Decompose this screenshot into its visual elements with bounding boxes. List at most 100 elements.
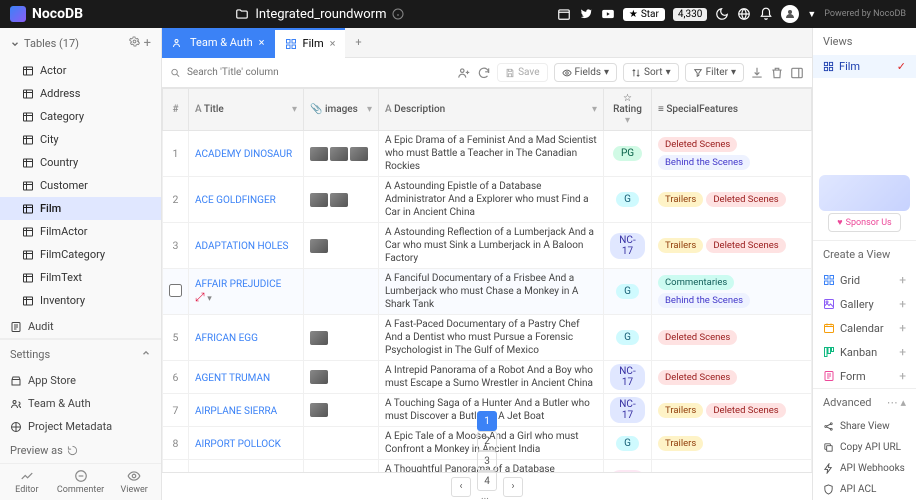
preview-as-label: Preview as — [10, 444, 63, 457]
col-images[interactable]: 📎 images ▾ — [304, 89, 379, 131]
image-thumbs[interactable] — [310, 370, 372, 384]
table-filmtext[interactable]: FilmText — [0, 266, 161, 289]
col-description[interactable]: A Description ▾ — [379, 89, 604, 131]
title-link[interactable]: AIRPLANE SIERRA — [195, 406, 277, 417]
title-link[interactable]: AGENT TRUMAN — [195, 373, 270, 384]
info-icon[interactable] — [392, 8, 404, 20]
page-prev[interactable]: ‹ — [451, 477, 471, 497]
sponsor-button[interactable]: ♥ Sponsor Us — [828, 213, 900, 232]
close-icon[interactable]: × — [330, 37, 336, 50]
role-commenter[interactable]: Commenter — [54, 464, 108, 500]
title-link[interactable]: ADAPTATION HOLES — [195, 241, 289, 252]
table-filmactor[interactable]: FilmActor — [0, 220, 161, 243]
page-3[interactable]: 3 — [477, 451, 497, 471]
tables-header[interactable]: Tables (17) — [24, 37, 79, 50]
github-star-button[interactable]: ★ Star — [623, 8, 665, 21]
table-filmcategory[interactable]: FilmCategory — [0, 243, 161, 266]
role-editor[interactable]: Editor — [0, 464, 54, 500]
advanced-header[interactable]: Advanced — [823, 396, 871, 409]
sort-button[interactable]: Sort ▾ — [623, 63, 679, 82]
table-row[interactable]: 2ACE GOLDFINGERA Astounding Epistle of a… — [163, 177, 812, 223]
page-1[interactable]: 1 — [477, 411, 497, 431]
table-customer[interactable]: Customer — [0, 174, 161, 197]
calendar-icon[interactable] — [557, 7, 571, 21]
api-webhooks-link[interactable]: API Webhooks — [813, 458, 916, 479]
tab-film[interactable]: Film× — [275, 28, 346, 58]
close-icon[interactable]: × — [259, 36, 265, 49]
title-link[interactable]: AIRPORT POLLOCK — [195, 439, 281, 450]
table-row[interactable]: 1ACADEMY DINOSAURA Epic Drama of a Femin… — [163, 131, 812, 177]
create-view-gallery[interactable]: Gallery+ — [813, 292, 916, 316]
image-thumbs[interactable] — [310, 193, 372, 207]
table-row[interactable]: AFFAIR PREJUDICE⤢ ▾A Fanciful Documentar… — [163, 269, 812, 315]
audit-item[interactable]: Audit — [0, 315, 161, 338]
app-store-item[interactable]: App Store — [0, 369, 161, 392]
youtube-icon[interactable] — [601, 7, 615, 21]
fields-button[interactable]: Fields ▾ — [554, 63, 618, 82]
image-thumbs[interactable] — [310, 147, 372, 161]
title-link[interactable]: ACADEMY DINOSAUR — [195, 149, 292, 160]
globe-icon[interactable] — [737, 7, 751, 21]
image-thumbs[interactable] — [310, 403, 372, 417]
table-film[interactable]: Film — [0, 197, 161, 220]
team-auth-item[interactable]: Team & Auth — [0, 392, 161, 415]
share-view-link[interactable]: Share View — [813, 416, 916, 437]
row-checkbox[interactable] — [169, 284, 182, 297]
table-city[interactable]: City — [0, 128, 161, 151]
image-thumbs[interactable] — [310, 239, 372, 253]
create-view-form[interactable]: Form+ — [813, 364, 916, 388]
commenter-icon — [74, 469, 88, 483]
search-icon[interactable] — [170, 67, 181, 79]
role-viewer[interactable]: Viewer — [107, 464, 161, 500]
table-inventory[interactable]: Inventory — [0, 289, 161, 312]
reset-icon[interactable] — [67, 445, 78, 456]
add-user-icon[interactable] — [457, 66, 471, 80]
create-view-kanban[interactable]: Kanban+ — [813, 340, 916, 364]
viewer-icon — [127, 469, 141, 483]
filter-button[interactable]: Filter ▾ — [685, 63, 744, 82]
title-link[interactable]: AFRICAN EGG — [195, 333, 258, 344]
col-number[interactable]: # — [163, 89, 189, 131]
moon-icon[interactable] — [715, 7, 729, 21]
twitter-icon[interactable] — [579, 7, 593, 21]
delete-icon[interactable] — [770, 66, 784, 80]
page-next[interactable]: › — [503, 477, 523, 497]
project-metadata-item[interactable]: Project Metadata — [0, 415, 161, 438]
table-row[interactable]: 6AGENT TRUMANA Intrepid Panorama of a Ro… — [163, 361, 812, 394]
add-tab-button[interactable]: + — [345, 36, 371, 49]
table-actor[interactable]: Actor — [0, 59, 161, 82]
create-view-calendar[interactable]: Calendar+ — [813, 316, 916, 340]
title-link[interactable]: ACE GOLDFINGER — [195, 195, 276, 206]
table-address[interactable]: Address — [0, 82, 161, 105]
page-4[interactable]: 4 — [477, 471, 497, 491]
copy-api-url-link[interactable]: Copy API URL — [813, 437, 916, 458]
page-2[interactable]: 2 — [477, 431, 497, 451]
expand-icon[interactable]: ⤢ — [195, 290, 205, 304]
download-icon[interactable] — [750, 66, 764, 80]
col-title[interactable]: A Title ▾ — [189, 89, 304, 131]
toggle-sidebar-icon[interactable] — [790, 66, 804, 80]
table-row[interactable]: 5AFRICAN EGGA Fast-Paced Documentary of … — [163, 315, 812, 361]
save-button[interactable]: Save — [497, 63, 547, 82]
col-rating[interactable]: ☆ Rating ▾ — [604, 89, 652, 131]
gear-icon[interactable] — [129, 36, 140, 47]
col-special[interactable]: ≡ SpecialFeatures — [652, 89, 812, 131]
user-menu-caret[interactable]: ▼ — [807, 9, 816, 20]
table-category[interactable]: Category — [0, 105, 161, 128]
search-input[interactable] — [187, 67, 370, 78]
api-acl-link[interactable]: API ACL — [813, 479, 916, 500]
table-country[interactable]: Country — [0, 151, 161, 174]
chevron-down-icon[interactable] — [10, 39, 20, 49]
tab-team-auth[interactable]: Team & Auth× — [162, 28, 275, 58]
table-row[interactable]: 3ADAPTATION HOLESA Astounding Reflection… — [163, 223, 812, 269]
title-link[interactable]: AFFAIR PREJUDICE — [195, 279, 297, 290]
create-view-grid[interactable]: Grid+ — [813, 268, 916, 292]
reload-icon[interactable] — [477, 66, 491, 80]
settings-header[interactable]: Settings — [10, 348, 50, 361]
view-film[interactable]: Film✓ — [813, 55, 916, 78]
chevron-up-icon[interactable] — [141, 348, 151, 358]
image-thumbs[interactable] — [310, 331, 372, 345]
add-table-button[interactable]: + — [144, 36, 151, 51]
user-avatar[interactable] — [781, 5, 799, 23]
bell-icon[interactable] — [759, 7, 773, 21]
